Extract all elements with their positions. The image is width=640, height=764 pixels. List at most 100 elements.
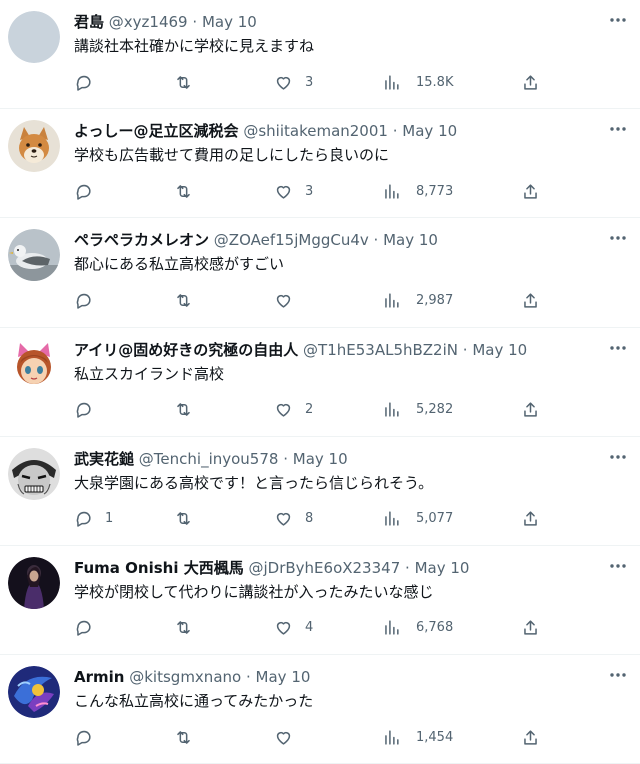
share-button[interactable] xyxy=(521,286,540,314)
share-button[interactable] xyxy=(521,396,540,424)
tweet-date[interactable]: May 10 xyxy=(202,13,257,31)
like-button[interactable] xyxy=(274,286,305,314)
retweet-button[interactable] xyxy=(174,68,205,96)
like-button[interactable]: 4 xyxy=(274,614,313,642)
tweet-item[interactable]: Armin @kitsgmxnano · May 10 こんな私立高校に通ってみ… xyxy=(0,655,640,764)
share-icon xyxy=(524,184,537,199)
like-button[interactable]: 3 xyxy=(274,68,313,96)
views-button[interactable]: 6,768 xyxy=(382,614,453,642)
like-button[interactable]: 2 xyxy=(274,396,313,424)
more-options-button[interactable] xyxy=(606,336,630,360)
tweet-actions: 2,987 xyxy=(72,286,540,314)
tweet-item[interactable]: ペラペラカメレオン @ZOAef15jMggCu4v · May 10 都心にあ… xyxy=(0,218,640,328)
heart-icon xyxy=(276,622,291,636)
avatar[interactable] xyxy=(8,556,60,609)
retweet-button[interactable] xyxy=(174,286,205,314)
tweet-actions: 4 6,768 xyxy=(72,614,540,642)
like-button[interactable]: 8 xyxy=(274,505,313,533)
author-name[interactable]: 君島 xyxy=(74,13,104,31)
author-handle[interactable]: @ZOAef15jMggCu4v xyxy=(214,231,369,249)
like-button[interactable] xyxy=(274,723,305,751)
view-count: 15.8K xyxy=(416,74,454,90)
tweet-item[interactable]: 武実花鎚 @Tenchi_inyou578 · May 10 大泉学園にある高校… xyxy=(0,437,640,546)
author-name[interactable]: アイリ@固め好きの究極の自由人 xyxy=(74,341,298,359)
retweet-button[interactable] xyxy=(174,177,205,205)
share-button[interactable] xyxy=(521,177,540,205)
reply-button[interactable] xyxy=(74,723,105,751)
heart-icon xyxy=(276,513,291,526)
reply-button[interactable] xyxy=(74,68,105,96)
ellipsis-icon xyxy=(610,236,626,241)
more-options-button[interactable] xyxy=(606,8,630,32)
author-handle[interactable]: @shiitakeman2001 xyxy=(243,122,388,140)
avatar[interactable] xyxy=(8,447,60,500)
tweet-text: 都心にある私立高校感がすごい xyxy=(74,255,285,274)
author-name[interactable]: ペラペラカメレオン xyxy=(74,231,209,249)
views-button[interactable]: 5,077 xyxy=(382,505,453,533)
share-button[interactable] xyxy=(521,723,540,751)
views-button[interactable]: 5,282 xyxy=(382,396,453,424)
more-options-button[interactable] xyxy=(606,554,630,578)
share-button[interactable] xyxy=(521,614,540,642)
reply-button[interactable] xyxy=(74,177,105,205)
share-button[interactable] xyxy=(521,505,540,533)
more-options-button[interactable] xyxy=(606,663,630,687)
tweet-date[interactable]: May 10 xyxy=(293,450,348,468)
like-button[interactable]: 3 xyxy=(274,177,313,205)
avatar[interactable] xyxy=(8,338,60,391)
avatar[interactable] xyxy=(8,11,60,63)
retweet-button[interactable] xyxy=(174,505,205,533)
tweet-item[interactable]: 君島 @xyz1469 · May 10 講談社本社確かに学校に見えますね 3 xyxy=(0,0,640,110)
avatar[interactable] xyxy=(8,120,60,173)
author-handle[interactable]: @kitsgmxnano xyxy=(129,668,241,686)
views-button[interactable]: 15.8K xyxy=(382,68,453,96)
tweet-header: ペラペラカメレオン @ZOAef15jMggCu4v · May 10 xyxy=(74,230,596,250)
analytics-icon xyxy=(385,184,399,199)
retweet-button[interactable] xyxy=(174,396,205,424)
reply-button[interactable]: 1 xyxy=(74,505,113,533)
share-icon xyxy=(524,730,537,745)
author-handle[interactable]: @T1hE53AL5hBZ2iN xyxy=(303,341,458,359)
reply-button[interactable] xyxy=(74,614,105,642)
more-options-button[interactable] xyxy=(606,117,630,141)
view-count: 2,987 xyxy=(416,292,454,308)
retweet-icon xyxy=(177,512,190,526)
tweet-date[interactable]: May 10 xyxy=(402,122,457,140)
views-button[interactable]: 2,987 xyxy=(382,286,453,314)
avatar[interactable] xyxy=(8,229,60,282)
author-handle[interactable]: @jDrByhE6oX23347 xyxy=(248,559,400,577)
tweet-actions: 3 15.8K xyxy=(72,68,540,96)
retweet-button[interactable] xyxy=(174,723,205,751)
tweet-item[interactable]: よっしー@足立区減税会 @shiitakeman2001 · May 10 学校… xyxy=(0,109,640,219)
tweet-item[interactable]: アイリ@固め好きの究極の自由人 @T1hE53AL5hBZ2iN · May 1… xyxy=(0,328,640,437)
views-button[interactable]: 1,454 xyxy=(382,723,453,751)
heart-icon xyxy=(276,76,291,90)
author-handle[interactable]: @xyz1469 xyxy=(109,13,188,31)
reply-button[interactable] xyxy=(74,396,105,424)
tweet-date[interactable]: May 10 xyxy=(472,341,527,359)
author-name[interactable]: よっしー@足立区減税会 xyxy=(74,122,239,140)
avatar[interactable] xyxy=(8,666,60,719)
tweet-date[interactable]: May 10 xyxy=(415,559,470,577)
tweet-date[interactable]: May 10 xyxy=(256,668,311,686)
author-handle[interactable]: @Tenchi_inyou578 xyxy=(139,450,279,468)
like-count: 4 xyxy=(305,620,314,636)
reply-icon xyxy=(76,75,91,91)
separator-dot: · xyxy=(245,668,251,687)
tweet-text: 講談社本社確かに学校に見えますね xyxy=(74,37,315,55)
reply-button[interactable] xyxy=(74,286,105,314)
tweet-actions: 2 5,282 xyxy=(72,396,540,424)
tweet-item[interactable]: Fuma Onishi 大西楓馬 @jDrByhE6oX23347 · May … xyxy=(0,546,640,656)
author-name[interactable]: Fuma Onishi 大西楓馬 xyxy=(74,559,244,577)
author-name[interactable]: 武実花鎚 xyxy=(74,450,134,468)
more-options-button[interactable] xyxy=(606,445,630,469)
views-button[interactable]: 8,773 xyxy=(382,177,453,205)
more-options-button[interactable] xyxy=(606,226,630,250)
author-name[interactable]: Armin xyxy=(74,668,124,686)
share-button[interactable] xyxy=(521,68,540,96)
like-count: 3 xyxy=(305,183,314,199)
ellipsis-icon xyxy=(610,564,626,568)
tweet-date[interactable]: May 10 xyxy=(383,231,438,249)
tweet-header: Fuma Onishi 大西楓馬 @jDrByhE6oX23347 · May … xyxy=(74,558,596,578)
retweet-button[interactable] xyxy=(174,614,205,642)
